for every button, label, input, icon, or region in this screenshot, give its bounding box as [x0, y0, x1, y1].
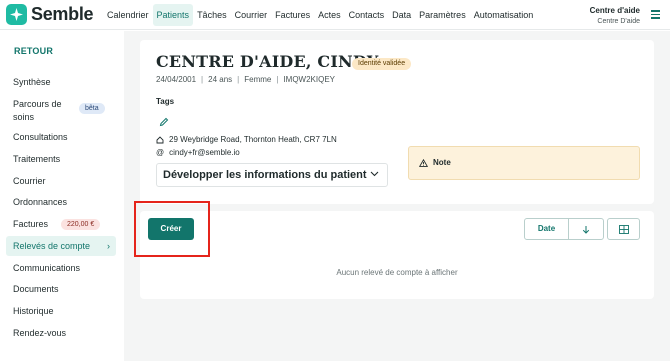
sidebar-item-traitements[interactable]: Traitements	[6, 149, 116, 169]
table-view-button[interactable]	[607, 218, 640, 240]
highlight-box	[134, 201, 210, 257]
separator: |	[237, 75, 240, 84]
nav-item-data[interactable]: Data	[388, 4, 415, 26]
sidebar-item-label: Documents	[13, 284, 59, 294]
sidebar-item-communications[interactable]: Communications	[6, 258, 116, 278]
account-name: Centre d'aide	[589, 6, 640, 15]
empty-state-message: Aucun relevé de compte à afficher	[336, 268, 458, 277]
sidebar-item-synthese[interactable]: Synthèse	[6, 72, 116, 92]
nav-item-factures[interactable]: Factures	[271, 4, 314, 26]
sort-control: Date	[524, 218, 604, 240]
at-icon: @	[156, 148, 165, 157]
account-switcher[interactable]: Centre d'aide Centre D'aide	[590, 5, 640, 27]
patient-sex: Femme	[244, 75, 272, 84]
sidebar-item-documents[interactable]: Documents	[6, 279, 116, 299]
pencil-icon[interactable]	[159, 114, 169, 127]
sidebar-item-releves-de-compte[interactable]: Relevés de compte ›	[6, 236, 116, 256]
nav-item-parametres[interactable]: Paramètres	[415, 4, 470, 26]
nav-item-contacts[interactable]: Contacts	[345, 4, 389, 26]
sidebar-item-label: Communications	[13, 263, 81, 273]
nav-item-taches[interactable]: Tâches	[193, 4, 231, 26]
sidebar-item-parcours-de-soins[interactable]: Parcours de soins bêta	[13, 98, 113, 124]
account-subtitle: Centre D'aide	[597, 18, 640, 25]
sidebar-item-label: Rendez-vous	[13, 328, 67, 338]
patient-email: cindy+fr@semble.io	[169, 148, 240, 157]
sidebar-item-label: Parcours de soins	[13, 99, 62, 122]
patient-meta: 24/04/2001 | 24 ans | Femme | IMQW2KIQEY	[156, 75, 335, 84]
patient-sidebar: RETOUR Synthèse Parcours de soins bêta C…	[0, 31, 124, 361]
separator: |	[276, 75, 279, 84]
note-label: Note	[433, 158, 451, 167]
patient-dob: 24/04/2001	[156, 75, 197, 84]
invoice-amount-badge: 220,00 €	[61, 218, 101, 230]
chevron-right-icon: ›	[107, 241, 110, 251]
sidebar-item-consultations[interactable]: Consultations	[6, 127, 116, 147]
beta-badge: bêta	[79, 103, 105, 114]
patient-header-card: CENTRE D'AIDE, CINDY Identité validée 24…	[140, 40, 654, 204]
grid-icon	[619, 225, 629, 234]
back-link[interactable]: RETOUR	[14, 46, 53, 56]
patient-name: CENTRE D'AIDE, CINDY	[156, 52, 379, 71]
sidebar-item-rendez-vous[interactable]: Rendez-vous	[6, 323, 116, 343]
main-nav: Calendrier Patients Tâches Courrier Fact…	[103, 4, 537, 26]
expand-patient-info-button[interactable]: Développer les informations du patient	[156, 163, 388, 187]
sidebar-item-factures[interactable]: Factures 220,00 €	[6, 214, 116, 234]
warning-icon	[419, 159, 428, 167]
sidebar-item-label: Relevés de compte	[13, 241, 91, 251]
chevron-down-icon	[370, 171, 379, 177]
sort-by-date-button[interactable]: Date	[525, 219, 569, 239]
nav-item-actes[interactable]: Actes	[314, 4, 345, 26]
sidebar-item-courrier[interactable]: Courrier	[6, 171, 116, 191]
separator: |	[201, 75, 204, 84]
nav-item-patients[interactable]: Patients	[152, 4, 194, 26]
patient-address: 29 Weybridge Road, Thornton Heath, CR7 7…	[169, 135, 337, 144]
patient-reference: IMQW2KIQEY	[283, 75, 335, 84]
note-panel[interactable]: Note	[408, 146, 640, 180]
expand-patient-info-label: Développer les informations du patient	[163, 169, 367, 181]
sidebar-item-label: Consultations	[13, 132, 68, 142]
brand-name[interactable]: Semble	[31, 4, 94, 25]
patient-age: 24 ans	[208, 75, 233, 84]
sidebar-item-label: Factures	[13, 219, 49, 229]
sidebar-item-historique[interactable]: Historique	[6, 301, 116, 321]
nav-item-courrier[interactable]: Courrier	[231, 4, 272, 26]
hamburger-menu-icon[interactable]	[651, 10, 660, 19]
sidebar-item-label: Courrier	[13, 176, 46, 186]
identity-status-badge: Identité validée	[352, 58, 412, 70]
nav-item-calendrier[interactable]: Calendrier	[103, 4, 153, 26]
semble-logo-icon[interactable]	[6, 4, 27, 25]
sidebar-item-label: Traitements	[13, 154, 61, 164]
sidebar-item-label: Historique	[13, 306, 54, 316]
sidebar-item-label: Synthèse	[13, 77, 51, 87]
main-content: CENTRE D'AIDE, CINDY Identité validée 24…	[124, 31, 670, 361]
sort-direction-button[interactable]	[569, 219, 603, 239]
arrow-down-icon	[582, 226, 590, 234]
nav-item-automatisation[interactable]: Automatisation	[470, 4, 538, 26]
patient-address-row: 29 Weybridge Road, Thornton Heath, CR7 7…	[156, 135, 337, 144]
tags-label: Tags	[156, 97, 175, 106]
home-icon	[156, 135, 164, 143]
sidebar-item-label: Ordonnances	[13, 197, 68, 207]
patient-email-row: @ cindy+fr@semble.io	[156, 148, 240, 157]
statements-card: Créer Date Aucun relevé de compte à affi…	[140, 211, 654, 299]
top-navigation-bar: Semble Calendrier Patients Tâches Courri…	[0, 0, 670, 30]
sidebar-item-ordonnances[interactable]: Ordonnances	[6, 192, 116, 212]
